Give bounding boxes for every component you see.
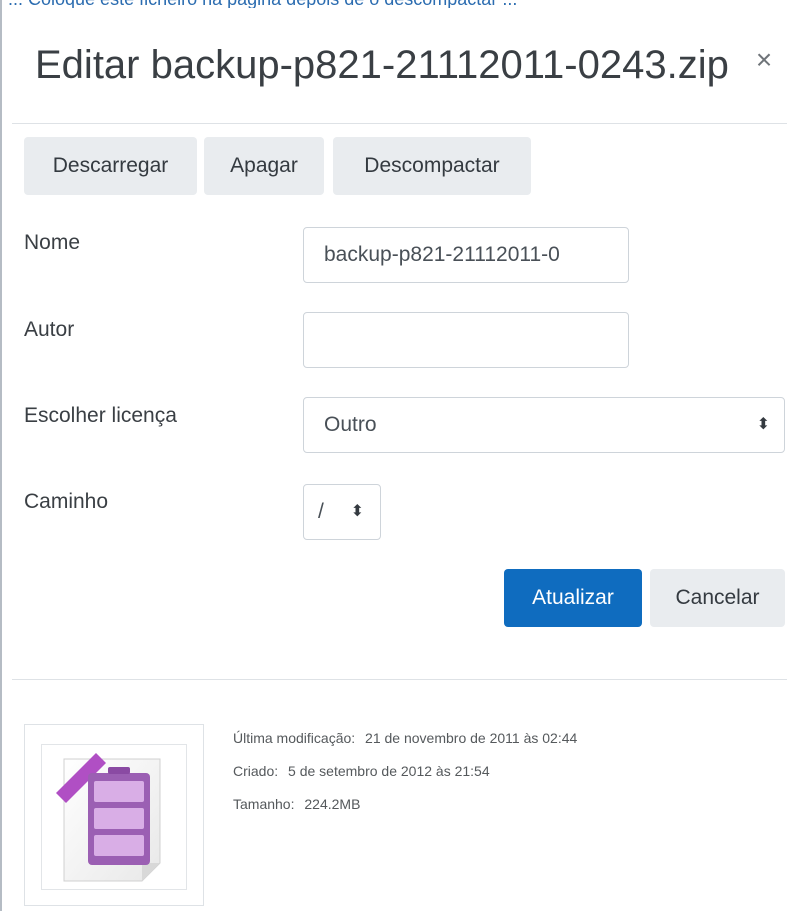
license-label: Escolher licença (24, 404, 177, 427)
download-button[interactable]: Descarregar (24, 137, 197, 195)
name-input[interactable]: backup-p821-21112011-0 (303, 227, 629, 283)
created-info: Criado: 5 de setembro de 2012 às 21:54 (233, 763, 490, 779)
size-label: Tamanho: (233, 796, 295, 812)
name-label: Nome (24, 231, 81, 254)
size-info: Tamanho: 224.2MB (233, 796, 360, 812)
dialog-title: Editar backup-p821-21112011-0243.zip (35, 43, 729, 87)
cancel-button[interactable]: Cancelar (650, 569, 785, 627)
author-label: Autor (24, 318, 75, 341)
modified-value: 21 de novembro de 2011 às 02:44 (365, 730, 578, 746)
footer-divider (12, 679, 787, 680)
zip-archive-icon-graphic (56, 753, 161, 882)
select-updown-icon: ⬍ (350, 503, 364, 520)
edit-file-dialog: ... Coloque este ficheiro na página depo… (0, 0, 787, 911)
path-label: Caminho (24, 490, 109, 513)
license-select[interactable]: Outro ⬍ (303, 397, 785, 453)
modified-label: Última modificação: (233, 730, 356, 746)
dialog-left-border (0, 0, 2, 911)
update-button[interactable]: Atualizar (504, 569, 642, 627)
close-button[interactable]: × (748, 44, 780, 76)
path-select[interactable]: / ⬍ (303, 484, 381, 540)
path-selected-value: / (318, 500, 324, 523)
modified-info: Última modificação: 21 de novembro de 20… (233, 730, 577, 746)
unzip-button[interactable]: Descompactar (333, 137, 531, 195)
author-input[interactable] (303, 312, 629, 368)
top-partial-text: ... Coloque este ficheiro na página depo… (8, 0, 783, 8)
created-value: 5 de setembro de 2012 às 21:54 (288, 763, 490, 779)
delete-button[interactable]: Apagar (204, 137, 324, 195)
size-value: 224.2MB (304, 796, 361, 812)
header-divider (12, 123, 787, 124)
created-label: Criado: (233, 763, 279, 779)
file-preview (24, 724, 204, 906)
license-selected-value: Outro (324, 413, 377, 436)
zip-archive-icon (41, 744, 187, 890)
select-updown-icon: ⬍ (756, 416, 770, 433)
